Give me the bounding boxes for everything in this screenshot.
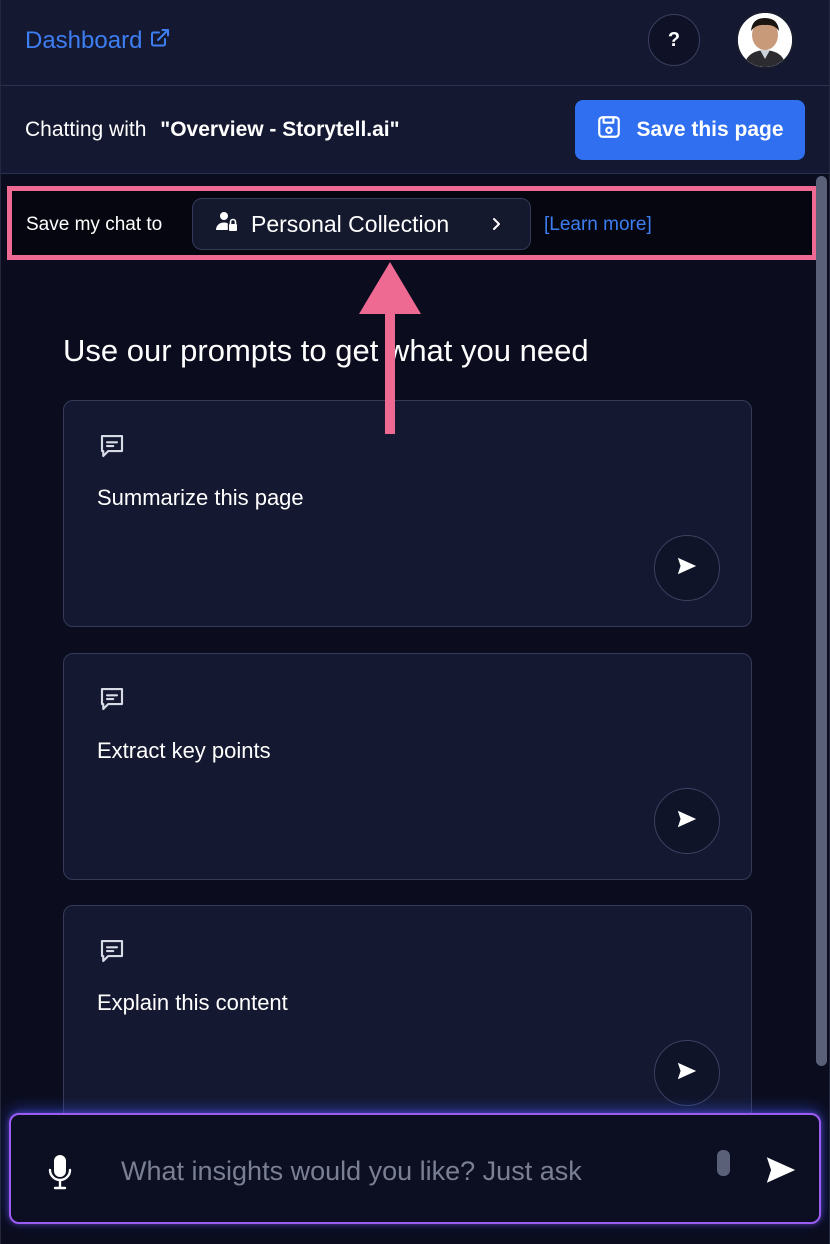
- help-button[interactable]: ?: [648, 14, 700, 66]
- chatting-prefix: Chatting with: [25, 118, 147, 141]
- microphone-icon[interactable]: [47, 1153, 73, 1196]
- external-link-icon: [150, 27, 170, 55]
- save-chat-label: Save my chat to: [26, 214, 163, 235]
- save-page-button[interactable]: Save this page: [575, 100, 805, 160]
- send-prompt-button[interactable]: [654, 535, 720, 601]
- collection-label: Personal Collection: [251, 210, 450, 237]
- send-icon: [676, 555, 698, 582]
- scrollbar[interactable]: [816, 176, 827, 1066]
- chevron-right-icon: [490, 211, 504, 243]
- collection-selector[interactable]: Personal Collection: [192, 198, 531, 250]
- prompt-label: Extract key points: [97, 738, 271, 763]
- prompt-card[interactable]: Extract key points: [63, 653, 752, 880]
- send-prompt-button[interactable]: [654, 1040, 720, 1106]
- send-message-icon[interactable]: [763, 1153, 799, 1192]
- send-prompt-button[interactable]: [654, 788, 720, 854]
- message-icon: [97, 936, 127, 971]
- top-bar: Dashboard ?: [1, 0, 829, 86]
- chat-panel: Dashboard ? Chatting with "Overview - St…: [0, 0, 830, 1244]
- user-lock-icon: [215, 209, 239, 239]
- send-icon: [676, 808, 698, 835]
- message-icon: [97, 684, 127, 719]
- prompt-label: Summarize this page: [97, 485, 304, 510]
- page-title: "Overview - Storytell.ai": [160, 118, 400, 141]
- annotation-arrow: [357, 262, 423, 434]
- message-icon: [97, 431, 127, 466]
- dashboard-link[interactable]: Dashboard: [25, 27, 170, 55]
- dashboard-label: Dashboard: [25, 27, 143, 54]
- input-scroll-handle[interactable]: [717, 1150, 730, 1176]
- prompt-card[interactable]: Summarize this page: [63, 400, 752, 627]
- context-bar: Chatting with "Overview - Storytell.ai" …: [1, 86, 829, 174]
- save-chat-row: Save my chat to Personal Collection [Lea…: [7, 186, 817, 260]
- prompt-card[interactable]: Explain this content: [63, 905, 752, 1132]
- chatting-with-text: Chatting with "Overview - Storytell.ai": [25, 118, 400, 142]
- prompt-label: Explain this content: [97, 990, 288, 1015]
- learn-more-link[interactable]: [Learn more]: [544, 214, 652, 236]
- save-floppy-icon: [596, 114, 622, 146]
- save-page-label: Save this page: [636, 118, 784, 141]
- send-icon: [676, 1060, 698, 1087]
- chat-input-bar: [9, 1113, 821, 1224]
- ask-input[interactable]: [121, 1151, 701, 1191]
- prompts-heading: Use our prompts to get what you need: [63, 333, 589, 368]
- avatar[interactable]: [736, 11, 794, 69]
